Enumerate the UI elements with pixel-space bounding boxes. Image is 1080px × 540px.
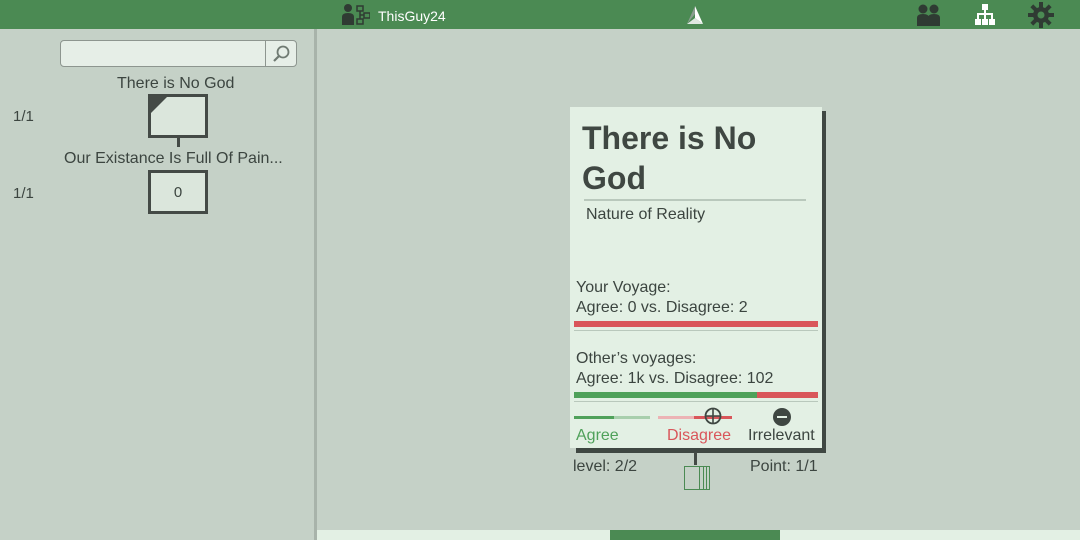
- search-button[interactable]: [265, 40, 297, 67]
- people-icon[interactable]: [916, 2, 942, 28]
- your-voyage-summary: Agree: 0 vs. Disagree: 2: [576, 299, 748, 316]
- node-box[interactable]: 0: [148, 170, 208, 214]
- minus-circle-icon[interactable]: [773, 408, 791, 426]
- node-title: Our Existance Is Full Of Pain...: [64, 150, 283, 167]
- others-voyage-heading: Other’s voyages:: [576, 350, 697, 367]
- current-marker-icon: [151, 97, 167, 113]
- top-bar: ThisGuy24: [0, 0, 1080, 29]
- your-disagree-segment: [574, 321, 818, 327]
- node-connector: [177, 137, 180, 147]
- node-count: 1/1: [13, 108, 34, 125]
- others-voyage-bar: [574, 392, 818, 398]
- divider: [584, 199, 806, 201]
- level-indicator: level: 2/2: [573, 458, 638, 475]
- node-label: 0: [173, 184, 183, 201]
- search-input[interactable]: [60, 40, 266, 67]
- users-tree-icon[interactable]: [342, 3, 370, 27]
- search-icon: [273, 45, 290, 62]
- sidebar-divider[interactable]: [314, 29, 317, 540]
- crosshair-icon[interactable]: [704, 407, 722, 425]
- agree-button[interactable]: Agree: [576, 427, 619, 445]
- card-connector: [694, 452, 697, 465]
- divider: [574, 330, 818, 331]
- logo-icon: [687, 6, 703, 24]
- node-box-current[interactable]: [148, 94, 208, 138]
- your-voyage-bar: [574, 321, 818, 327]
- card-title: There is No God: [582, 120, 757, 196]
- others-voyage-summary: Agree: 1k vs. Disagree: 102: [576, 370, 774, 387]
- bottom-scroll-thumb[interactable]: [610, 530, 780, 540]
- agree-slider-track[interactable]: [574, 416, 614, 419]
- username[interactable]: ThisGuy24: [378, 8, 446, 24]
- irrelevant-button[interactable]: Irrelevant: [748, 427, 815, 445]
- node-title: There is No God: [117, 75, 235, 92]
- sidebar: There is No God 1/1 Our Existance Is Ful…: [0, 29, 314, 540]
- point-indicator: Point: 1/1: [750, 458, 818, 475]
- others-disagree-segment: [757, 392, 818, 398]
- hierarchy-icon[interactable]: [972, 2, 998, 28]
- divider: [574, 401, 818, 402]
- disagree-button[interactable]: Disagree: [667, 427, 731, 445]
- point-card: There is No God Nature of Reality Your V…: [570, 107, 822, 448]
- agree-slider-track-light[interactable]: [614, 416, 650, 419]
- others-agree-segment: [574, 392, 757, 398]
- child-stack-box[interactable]: [684, 466, 710, 490]
- card-category[interactable]: Nature of Reality: [586, 206, 705, 224]
- node-count: 1/1: [13, 185, 34, 202]
- your-voyage-heading: Your Voyage:: [576, 279, 671, 296]
- disagree-slider-track-light[interactable]: [658, 416, 694, 419]
- gear-icon[interactable]: [1028, 2, 1054, 28]
